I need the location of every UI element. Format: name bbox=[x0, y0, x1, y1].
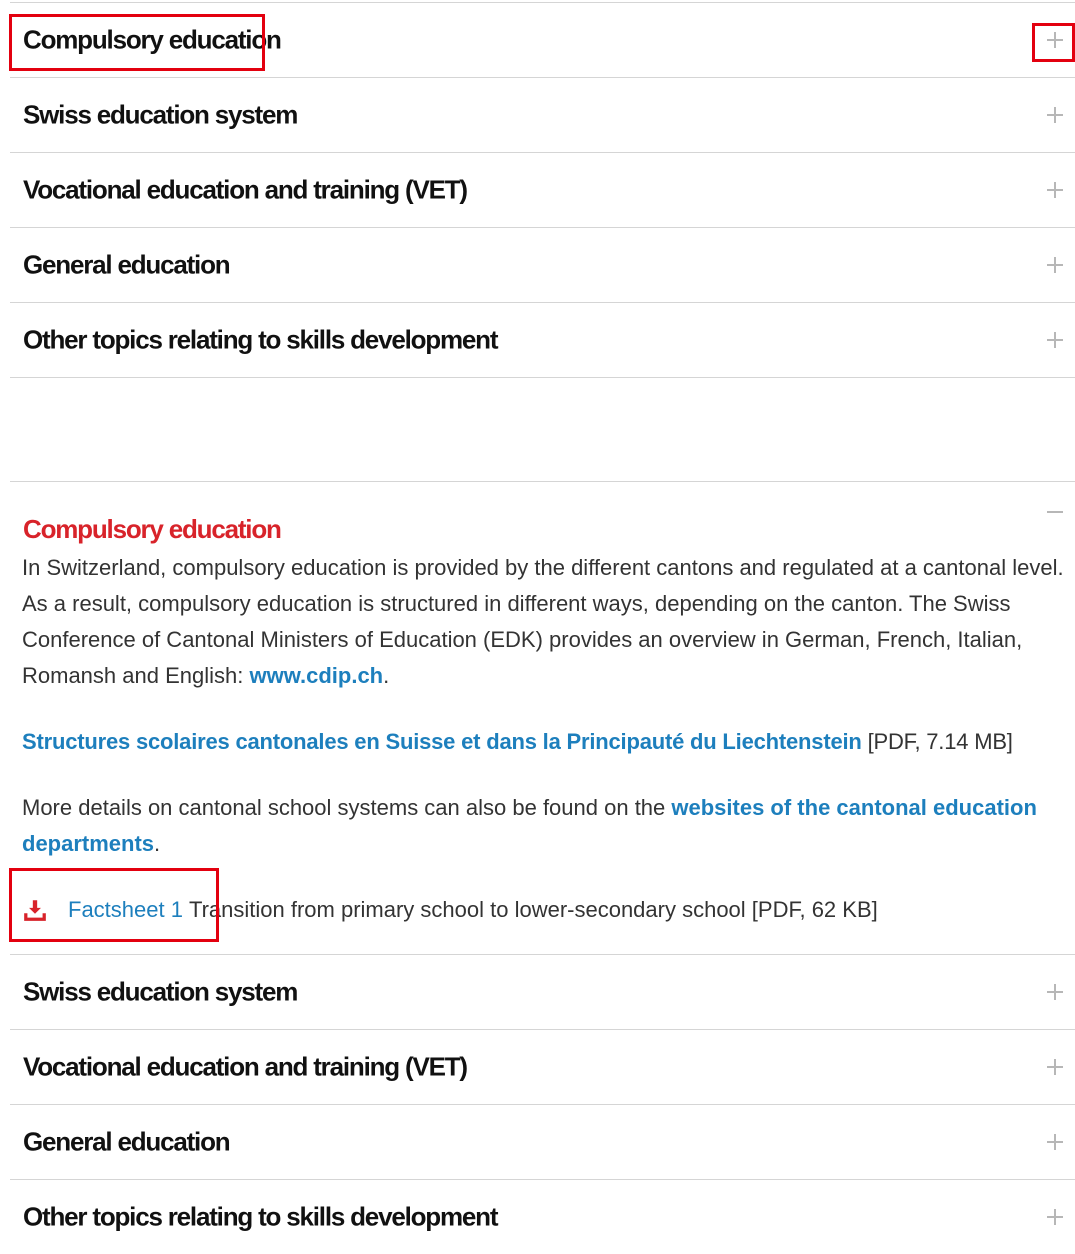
minus-icon[interactable] bbox=[1045, 502, 1065, 522]
plus-icon[interactable] bbox=[1045, 1207, 1065, 1227]
plus-icon[interactable] bbox=[1045, 255, 1065, 275]
accordion-top: Compulsory education Swiss education sys… bbox=[10, 2, 1075, 378]
plus-icon[interactable] bbox=[1045, 982, 1065, 1002]
accordion-item-swiss-education-system[interactable]: Swiss education system bbox=[10, 78, 1075, 153]
accordion-bottom: Compulsory education In Switzerland, com… bbox=[10, 481, 1075, 1254]
intro-text: In Switzerland, compulsory education is … bbox=[22, 555, 1064, 688]
intro-end: . bbox=[383, 663, 390, 688]
cantonal-details-text: More details on cantonal school systems … bbox=[22, 795, 672, 820]
plus-icon[interactable] bbox=[1045, 1132, 1065, 1152]
structures-pdf-meta: [PDF, 7.14 MB] bbox=[861, 729, 1013, 754]
accordion-item-label[interactable]: Vocational education and training (VET) bbox=[23, 175, 468, 206]
accordion-item-label[interactable]: Swiss education system bbox=[23, 977, 298, 1008]
accordion-item-general-education[interactable]: General education bbox=[10, 1105, 1075, 1180]
accordion-item-label[interactable]: Other topics relating to skills developm… bbox=[23, 325, 498, 356]
cantonal-details-paragraph: More details on cantonal school systems … bbox=[22, 790, 1075, 862]
plus-icon[interactable] bbox=[1045, 30, 1065, 50]
accordion-item-vet[interactable]: Vocational education and training (VET) bbox=[10, 1030, 1075, 1105]
accordion-item-label[interactable]: General education bbox=[23, 250, 231, 281]
accordion-item-general-education[interactable]: General education bbox=[10, 228, 1075, 303]
accordion-item-label[interactable]: Swiss education system bbox=[23, 100, 298, 131]
accordion-item-label[interactable]: Vocational education and training (VET) bbox=[23, 1052, 468, 1083]
factsheet-description: Transition from primary school to lower-… bbox=[188, 897, 878, 922]
plus-icon[interactable] bbox=[1045, 1057, 1065, 1077]
plus-icon[interactable] bbox=[1045, 180, 1065, 200]
plus-icon[interactable] bbox=[1045, 330, 1065, 350]
accordion-item-swiss-education-system[interactable]: Swiss education system bbox=[10, 955, 1075, 1030]
cantonal-details-end: . bbox=[154, 831, 161, 856]
accordion-panel-content: In Switzerland, compulsory education is … bbox=[22, 550, 1075, 928]
accordion-item-compulsory-education-expanded: Compulsory education In Switzerland, com… bbox=[10, 481, 1075, 955]
cdip-link[interactable]: www.cdip.ch bbox=[249, 663, 383, 688]
accordion-item-vet[interactable]: Vocational education and training (VET) bbox=[10, 153, 1075, 228]
accordion-item-other-topics[interactable]: Other topics relating to skills developm… bbox=[10, 303, 1075, 378]
accordion-item-label-active[interactable]: Compulsory education bbox=[23, 514, 282, 545]
download-icon[interactable] bbox=[22, 897, 48, 923]
accordion-item-compulsory-education[interactable]: Compulsory education bbox=[10, 2, 1075, 78]
factsheet-link[interactable]: Factsheet 1 bbox=[68, 892, 183, 928]
structures-pdf-link[interactable]: Structures scolaires cantonales en Suiss… bbox=[22, 729, 862, 754]
accordion-item-label[interactable]: General education bbox=[23, 1127, 231, 1158]
factsheet-download: Factsheet 1 Transition from primary scho… bbox=[22, 892, 1075, 928]
accordion-item-label[interactable]: Compulsory education bbox=[23, 25, 282, 56]
plus-icon[interactable] bbox=[1045, 105, 1065, 125]
intro-paragraph: In Switzerland, compulsory education is … bbox=[22, 550, 1075, 694]
structures-paragraph: Structures scolaires cantonales en Suiss… bbox=[22, 724, 1075, 760]
accordion-item-label[interactable]: Other topics relating to skills developm… bbox=[23, 1202, 498, 1233]
accordion-item-other-topics[interactable]: Other topics relating to skills developm… bbox=[10, 1180, 1075, 1254]
